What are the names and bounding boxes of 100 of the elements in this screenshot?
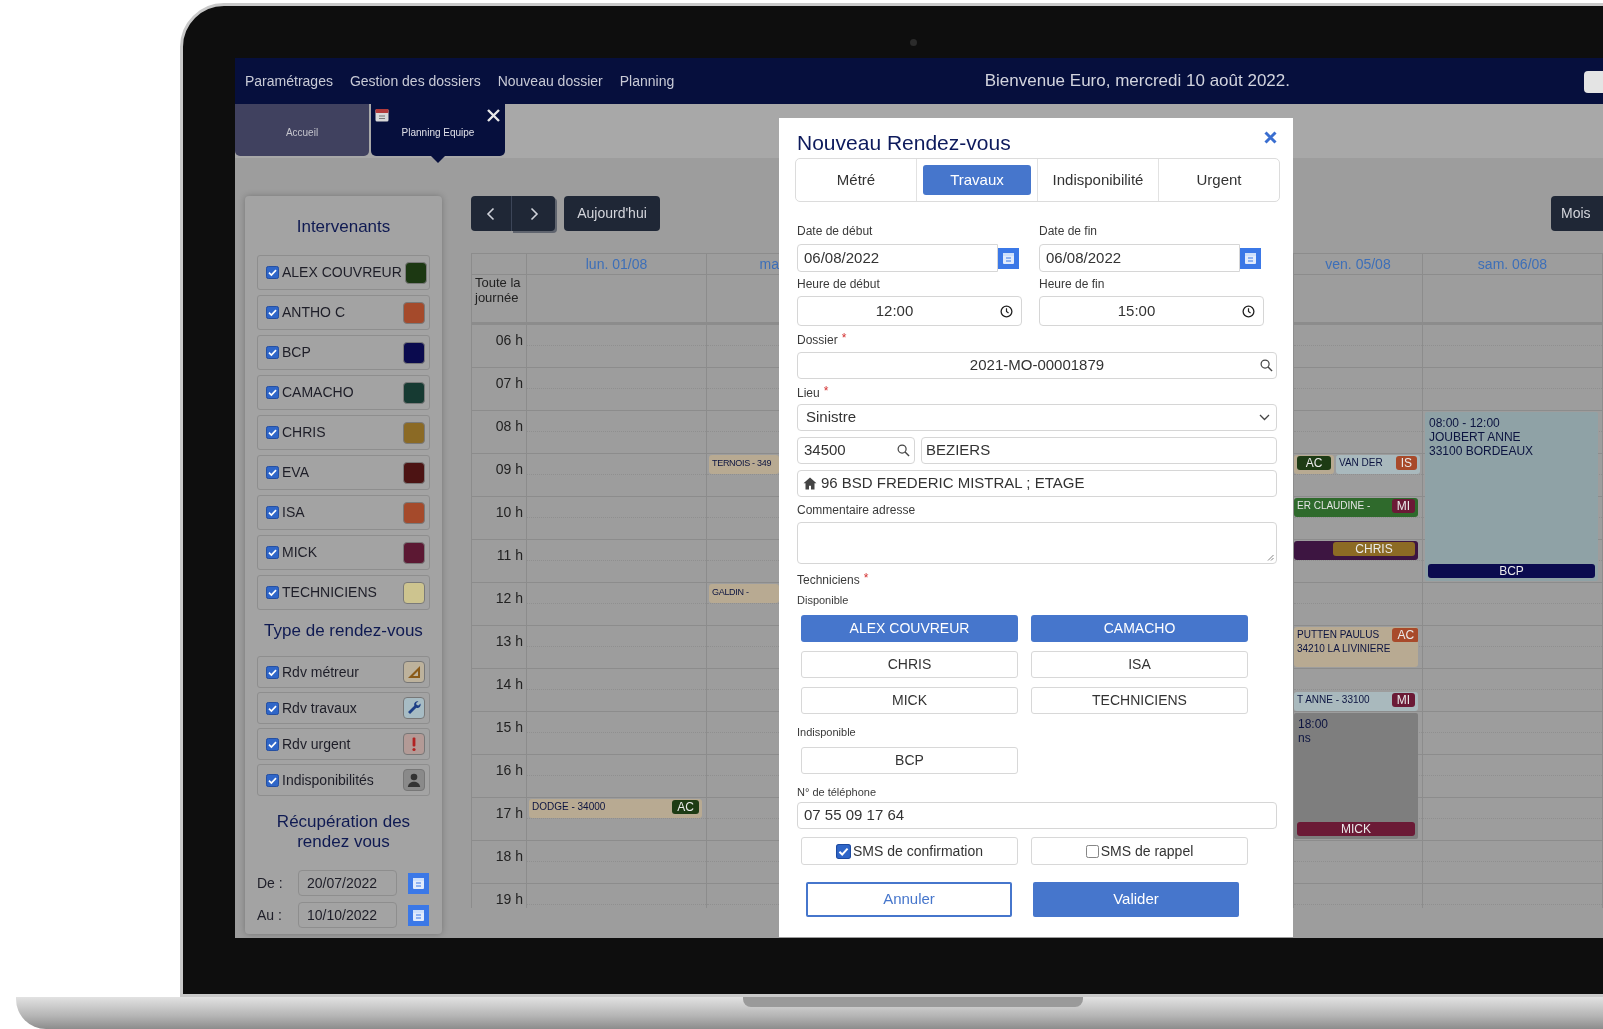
resize-handle-icon	[1267, 554, 1274, 561]
checkbox[interactable]	[266, 701, 279, 715]
calendar-icon[interactable]	[408, 872, 429, 894]
participant-filter[interactable]: ISA	[257, 495, 430, 530]
calendar-icon[interactable]	[1240, 247, 1261, 269]
address-field[interactable]: 96 BSD FREDERIC MISTRAL ; ETAGE	[797, 470, 1277, 497]
sms-option[interactable]: SMS de rappel	[1031, 837, 1248, 865]
checkbox[interactable]	[266, 665, 279, 679]
technician-toggle[interactable]: CHRIS	[801, 651, 1018, 678]
search-icon[interactable]	[897, 444, 910, 457]
technician-toggle[interactable]: BCP	[801, 747, 1018, 774]
house-icon	[803, 477, 817, 490]
phone-field[interactable]: 07 55 09 17 64	[797, 802, 1277, 829]
technician-toggle[interactable]: ISA	[1031, 651, 1248, 678]
checkbox[interactable]	[266, 773, 279, 787]
calendar-event[interactable]: ER CLAUDINE - MI	[1294, 498, 1418, 517]
event-text: 34210 LA LIVINIERE	[1297, 642, 1391, 656]
city-field[interactable]: BEZIERS	[921, 437, 1277, 464]
clock-icon[interactable]	[1242, 305, 1255, 318]
checkbox[interactable]	[266, 266, 279, 279]
calendar-event[interactable]: 18:00 ns MICK	[1294, 713, 1418, 839]
cancel-button[interactable]: Annuler	[806, 882, 1012, 917]
type-filter[interactable]: Rdv urgent	[257, 728, 430, 760]
menu-link[interactable]: Gestion des dossiers	[349, 70, 481, 92]
technician-toggle[interactable]: TECHNICIENS	[1031, 687, 1248, 714]
participant-filter[interactable]: BCP	[257, 335, 430, 370]
calendar-event[interactable]: TERNOIS - 349	[709, 455, 779, 474]
option-label: SMS de confirmation	[853, 841, 983, 861]
calendar-event[interactable]: 08:00 - 12:00 JOUBERT ANNE 33100 BORDEAUX BCP	[1425, 412, 1598, 581]
date-field[interactable]: 20/07/2022	[298, 870, 397, 896]
dossier-field[interactable]: 2021-MO-00001879	[797, 352, 1277, 379]
participant-filter[interactable]: CAMACHO	[257, 375, 430, 410]
event-text: 33100 BORDEAUX	[1429, 444, 1535, 458]
clock-icon[interactable]	[1000, 305, 1013, 318]
participant-filter[interactable]: ANTHO C	[257, 295, 430, 330]
search-icon[interactable]	[1260, 359, 1273, 372]
previous-button[interactable]	[471, 196, 511, 231]
date-field[interactable]: 06/08/2022	[797, 244, 998, 272]
hour-label: 19 h	[495, 891, 523, 907]
participant-name: CHRIS	[282, 423, 326, 442]
appointment-type-tab[interactable]: Travaux	[923, 165, 1031, 195]
menu-link[interactable]: Planning	[619, 70, 675, 92]
date-field[interactable]: 10/10/2022	[298, 902, 397, 928]
checkbox[interactable]	[266, 586, 279, 599]
field-label: Dossier	[797, 333, 838, 347]
time-field[interactable]: 12:00	[797, 296, 1022, 326]
date-field[interactable]: 06/08/2022	[1039, 244, 1240, 272]
checkbox[interactable]	[1085, 844, 1099, 858]
menu-link[interactable]: Paramétrages	[245, 70, 333, 92]
technician-toggle[interactable]: ALEX COUVREUR	[801, 615, 1018, 642]
calendar-event[interactable]: AC	[1294, 455, 1334, 474]
participant-filter[interactable]: TECHNICIENS	[257, 575, 430, 610]
participant-name: EVA	[282, 463, 309, 482]
checkbox[interactable]	[266, 346, 279, 359]
checkbox[interactable]	[266, 737, 279, 751]
type-filter[interactable]: Rdv métreur	[257, 656, 430, 688]
checkbox[interactable]	[836, 843, 851, 859]
participant-filter[interactable]: EVA	[257, 455, 430, 490]
calendar-event[interactable]: GALDIN -	[709, 584, 779, 603]
type-name: Rdv travaux	[282, 698, 357, 718]
participant-filter[interactable]: MICK	[257, 535, 430, 570]
calendar-event[interactable]: T ANNE - 33100 MI	[1294, 692, 1418, 711]
calendar-icon[interactable]	[998, 247, 1019, 269]
appointment-type-tab[interactable]: Urgent	[1165, 165, 1273, 195]
appointment-type-tab[interactable]: Indisponibilité	[1044, 165, 1152, 195]
participant-filter[interactable]: ALEX COUVREUR	[257, 255, 430, 290]
exclamation-icon	[403, 733, 425, 755]
type-filter[interactable]: Rdv travaux	[257, 692, 430, 724]
next-button[interactable]	[511, 196, 555, 231]
calendar-event[interactable]: CHRIS	[1294, 541, 1418, 560]
technician-toggle[interactable]: CAMACHO	[1031, 615, 1248, 642]
field-label: Heure de début	[797, 277, 880, 291]
calendar-event[interactable]: DODGE - 34000 AC	[529, 799, 702, 818]
hour-label: 15 h	[495, 719, 523, 735]
type-filter[interactable]: Indisponibilités	[257, 764, 430, 796]
calendar-event[interactable]: PUTTEN PAULUS 34210 LA LIVINIERE AC	[1294, 627, 1418, 667]
today-button[interactable]: Aujourd'hui	[564, 196, 660, 231]
calendar-event[interactable]: VAN DER IS	[1336, 455, 1420, 474]
postal-code-field[interactable]: 34500	[797, 437, 915, 464]
event-badge: BCP	[1428, 564, 1595, 578]
checkbox[interactable]	[266, 426, 279, 439]
appointment-type-tab[interactable]: Métré	[802, 165, 910, 195]
page-tab[interactable]: Accueil	[235, 104, 369, 156]
technician-toggle[interactable]: MICK	[801, 687, 1018, 714]
hour-label: 11 h	[496, 547, 523, 563]
sms-option[interactable]: SMS de confirmation	[801, 837, 1018, 865]
comment-field[interactable]	[797, 522, 1277, 564]
menu-link[interactable]: Nouveau dossier	[497, 70, 603, 92]
checkbox[interactable]	[266, 466, 279, 479]
calendar-icon[interactable]	[408, 904, 429, 926]
checkbox[interactable]	[266, 506, 279, 519]
participant-filter[interactable]: CHRIS	[257, 415, 430, 450]
submit-button[interactable]: Valider	[1033, 882, 1239, 917]
checkbox[interactable]	[266, 386, 279, 399]
checkbox[interactable]	[266, 306, 279, 319]
time-field[interactable]: 15:00	[1039, 296, 1264, 326]
month-view-button[interactable]: Mois	[1551, 196, 1603, 231]
required-mark: *	[823, 386, 829, 396]
location-select[interactable]: Sinistre	[797, 404, 1277, 431]
checkbox[interactable]	[266, 546, 279, 559]
